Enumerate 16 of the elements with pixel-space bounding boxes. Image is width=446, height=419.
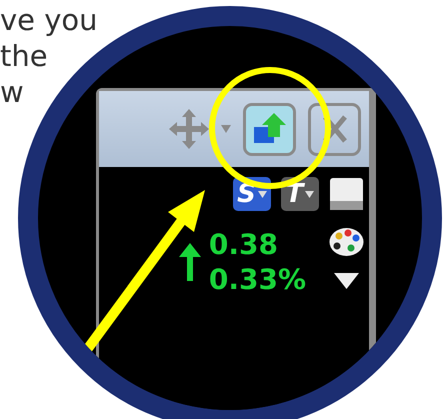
palette-icon[interactable] <box>328 227 364 257</box>
change-value: 0.38 <box>208 227 279 262</box>
caret-icon[interactable] <box>221 125 231 133</box>
caret-icon <box>305 190 314 198</box>
move-icon[interactable] <box>169 109 209 149</box>
text-line: w <box>0 74 25 110</box>
change-percent: 0.33% <box>208 262 306 297</box>
close-icon <box>322 114 348 144</box>
triangle-down-icon[interactable] <box>334 273 358 289</box>
text-line: ve you <box>0 2 99 38</box>
restore-button[interactable] <box>243 102 296 156</box>
document-icon[interactable] <box>329 177 364 211</box>
window-arrow-icon <box>252 113 288 145</box>
caret-icon <box>258 190 267 198</box>
close-button[interactable] <box>308 102 361 156</box>
text-line: the <box>0 38 49 74</box>
